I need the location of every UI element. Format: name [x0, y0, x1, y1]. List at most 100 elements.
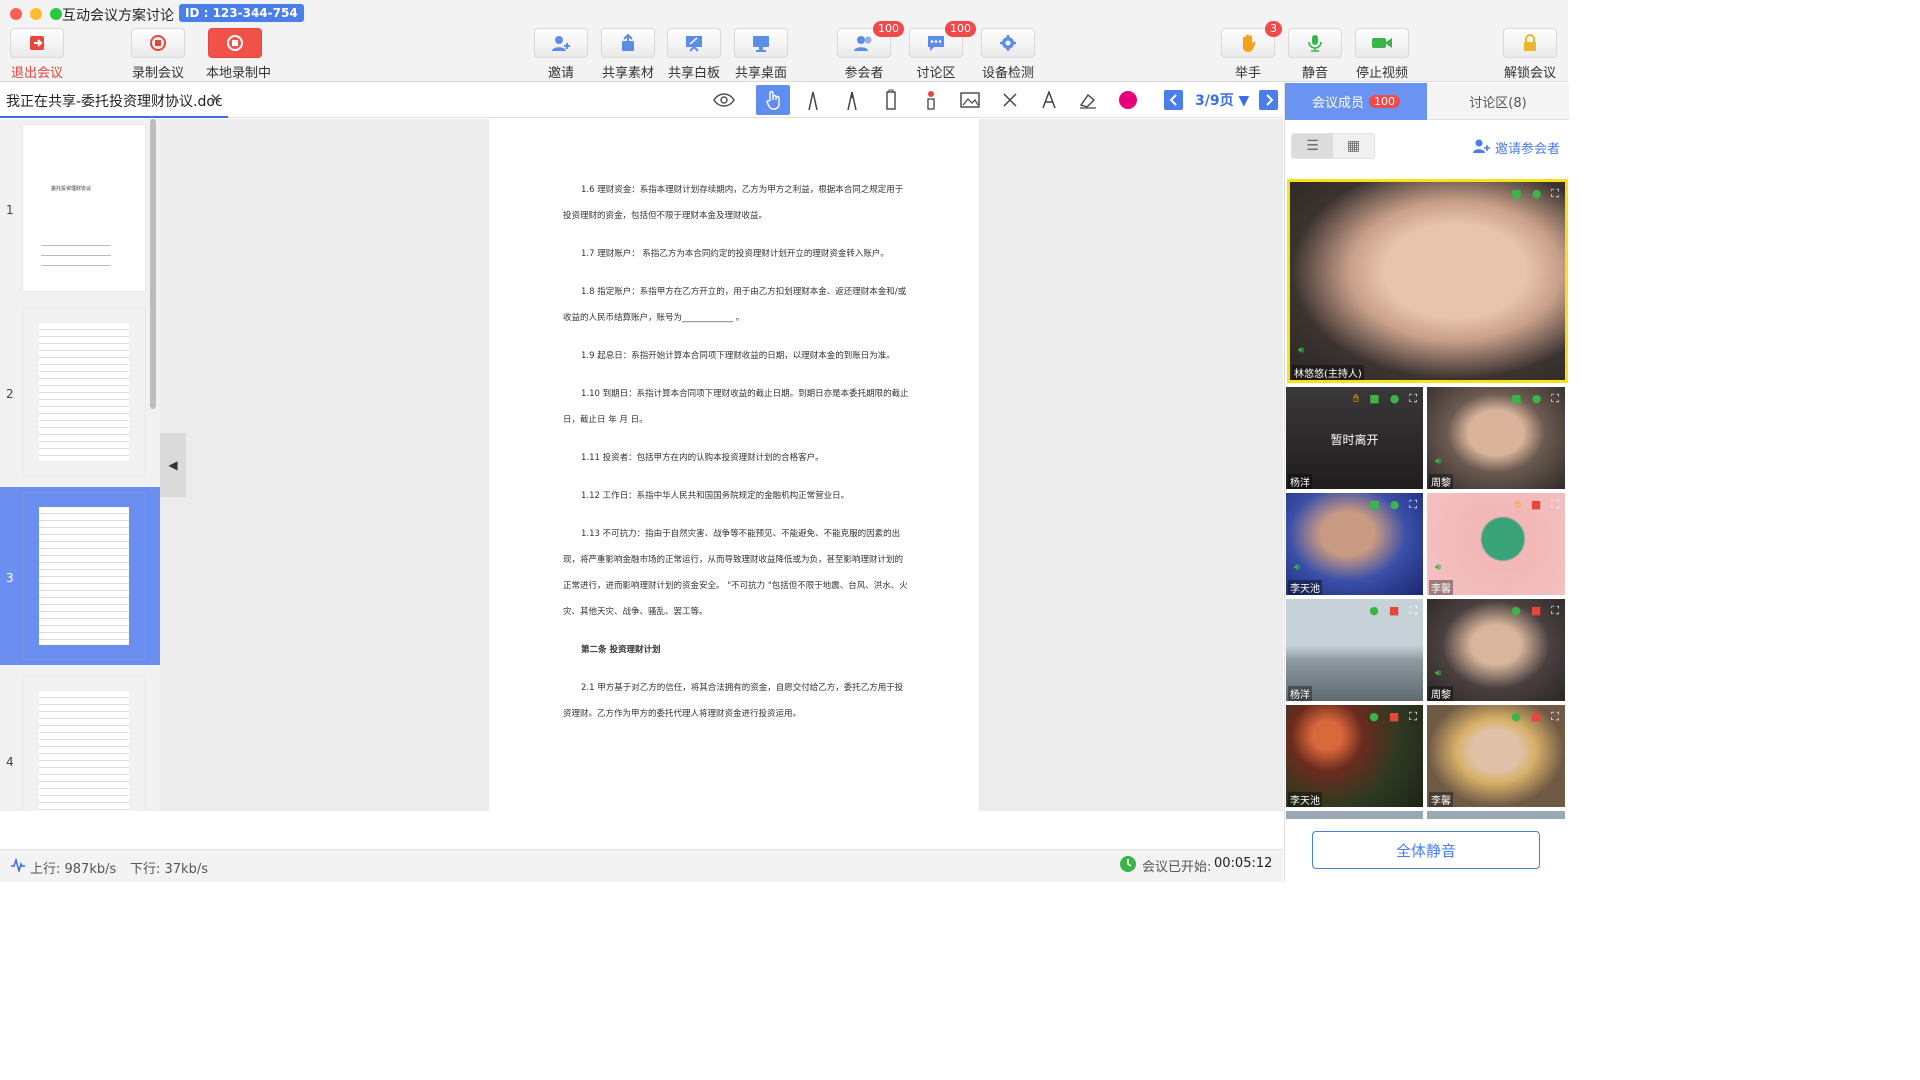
participant-video-tile[interactable]: ■ ● ⛶ 🔊︎ 周黎 [1427, 387, 1565, 489]
minimize-window-button[interactable] [30, 8, 42, 20]
microphone-icon [1288, 28, 1342, 58]
unlock-meeting-label: 解锁会议 [1503, 66, 1556, 81]
fullscreen-icon[interactable]: ⛶ [1409, 498, 1417, 512]
mute-button[interactable]: 静音 [1288, 28, 1342, 81]
color-picker-icon[interactable] [1111, 85, 1145, 115]
thumbnail-scrollbar[interactable] [150, 119, 156, 409]
doc-paragraph: 1.12 工作日：系指中华人民共和国国务院规定的金融机构正常营业日。 [581, 491, 850, 501]
close-icon[interactable]: ✕ [209, 90, 222, 108]
local-recording-button[interactable]: 本地录制中 [206, 28, 271, 81]
speaker-icon: 🔊︎ [1435, 456, 1442, 467]
window-title: 互动会议方案讨论 - [62, 8, 184, 24]
image-icon[interactable] [953, 85, 987, 115]
discussion-button[interactable]: 100 讨论区 [908, 21, 976, 81]
participant-video-tile[interactable]: ✋︎ ■ ⛶ 🔊︎ 李馨 [1427, 493, 1565, 595]
fullscreen-icon[interactable]: ⛶ [1409, 392, 1417, 406]
thumbnail-page [23, 309, 145, 475]
microphone-icon: ● [1389, 498, 1400, 511]
fullscreen-icon[interactable]: ⛶ [1551, 498, 1559, 512]
unlock-meeting-button[interactable]: 解锁会议 [1503, 28, 1557, 81]
fullscreen-icon[interactable]: ⛶ [1551, 187, 1559, 201]
upload-rate: 上行: 987kb/s [30, 862, 117, 877]
doc-paragraph: 1.10 到期日：系指计算本合同项下理财收益的截止日期。到期日亦是本委托期限的截… [563, 389, 909, 425]
raise-hand-button[interactable]: 3 举手 [1221, 21, 1282, 81]
laser-pointer-icon[interactable] [914, 85, 948, 115]
clear-brush-icon[interactable] [1071, 85, 1105, 115]
fullscreen-icon[interactable]: ⛶ [1409, 604, 1417, 618]
brush-icon[interactable] [835, 85, 869, 115]
download-rate: 下行: 37kb/s [130, 862, 208, 877]
mute-all-button[interactable]: 全体静音 [1312, 831, 1540, 869]
fullscreen-icon[interactable]: ⛶ [1409, 710, 1417, 724]
pen-icon[interactable] [796, 85, 830, 115]
pointer-hand-icon[interactable] [756, 85, 790, 115]
collapse-thumbnails-button[interactable]: ◀ [160, 433, 186, 497]
eraser-x-icon[interactable] [993, 85, 1027, 115]
participant-video-tile[interactable]: ● ■ ⛶ 李天池 [1286, 705, 1423, 807]
participants-icon: 100 [837, 21, 904, 58]
thumbnail-number: 1 [6, 203, 14, 217]
microphone-icon: ● [1369, 604, 1379, 617]
participant-video-tile[interactable]: ✋︎ ■ ● ⛶ 暂时离开 杨洋 [1286, 387, 1423, 489]
page-thumbnail[interactable]: 2 [0, 303, 160, 481]
discussion-badge: 100 [945, 21, 976, 37]
grid-view-icon[interactable]: ▦ [1333, 134, 1374, 158]
close-window-button[interactable] [10, 8, 22, 20]
participant-video-tile[interactable]: ● ■ ⛶ 李馨 [1427, 705, 1565, 807]
doc-paragraph: 1.11 投资者：包括甲方在内的认购本投资理财计划的合格客户。 [581, 453, 824, 463]
invite-participant-link[interactable]: 邀请参会者 [1472, 138, 1560, 157]
share-whiteboard-label: 共享白板 [667, 66, 720, 81]
upload-icon [601, 28, 655, 58]
next-page-button[interactable] [1259, 90, 1278, 110]
participant-video-tile-partial [1286, 811, 1423, 819]
fullscreen-icon[interactable]: ⛶ [1551, 710, 1559, 724]
eye-icon[interactable] [707, 85, 741, 115]
host-video-tile[interactable]: ■ ● ⛶ 🔊︎ 林悠悠(主持人) [1287, 179, 1568, 383]
tile-controls: ■ ● ⛶ [1511, 392, 1559, 406]
page-thumbnails: 委托投资理财协议 1 2 3 4 [0, 119, 160, 811]
fullscreen-icon[interactable]: ⛶ [1551, 604, 1559, 618]
document-page: 1.6 理财资金：系指本理财计划存续期内，乙方为甲方之利益，根据本合同之规定用于… [489, 119, 979, 811]
hand-icon: 3 [1221, 21, 1282, 58]
participant-video-tile[interactable]: ● ■ ⛶ 杨洋 [1286, 599, 1423, 701]
chevron-down-icon: ▼ [1238, 93, 1250, 109]
tab-discussion[interactable]: 讨论区(8) [1427, 83, 1569, 120]
participant-video-tile[interactable]: ● ■ ⛶ 🔊︎ 周黎 [1427, 599, 1565, 701]
device-check-label: 设备检测 [981, 66, 1034, 81]
doc-paragraph: 1.13 不可抗力：指由于自然灾害、战争等不能预见、不能避免、不能克服的因素的出… [563, 529, 908, 617]
document-toolbar: 我正在共享-委托投资理财协议.doc ✕ 3/9页 ▼ [0, 83, 1283, 118]
desktop-icon [734, 28, 788, 58]
view-toggle: ☰ ▦ [1291, 133, 1375, 159]
discussion-tab-label: 讨论区(8) [1469, 95, 1527, 111]
tab-members[interactable]: 会议成员 100 [1285, 83, 1427, 120]
participant-name: 李馨 [1429, 792, 1453, 807]
invite-button[interactable]: 邀请 [533, 28, 589, 81]
stop-video-button[interactable]: 停止视频 [1354, 28, 1410, 81]
tile-controls: ● ■ ⛶ [1511, 710, 1559, 724]
chevron-left-icon: ◀ [168, 458, 178, 472]
device-check-button[interactable]: 设备检测 [980, 28, 1036, 81]
participants-button[interactable]: 100 参会者 [836, 21, 904, 81]
page-thumbnail[interactable]: 4 [0, 671, 160, 811]
shared-document-tab[interactable]: 我正在共享-委托投资理财协议.doc ✕ [0, 83, 228, 118]
invite-user-icon [534, 28, 588, 58]
text-icon[interactable] [1032, 85, 1066, 115]
maximize-window-button[interactable] [50, 8, 62, 20]
record-meeting-button[interactable]: 录制会议 [130, 28, 186, 81]
share-desktop-button[interactable]: 共享桌面 [733, 28, 789, 81]
highlighter-icon[interactable] [874, 85, 908, 115]
exit-meeting-button[interactable]: 退出会议 [10, 28, 64, 81]
share-whiteboard-button[interactable]: 共享白板 [666, 28, 722, 81]
page-thumbnail-selected[interactable]: 3 [0, 487, 160, 665]
discussion-label: 讨论区 [916, 66, 956, 81]
status-bar: 上行: 987kb/s 下行: 37kb/s 会议已开始: 00:05:12 [0, 849, 1283, 882]
prev-page-button[interactable] [1164, 90, 1183, 110]
list-view-icon[interactable]: ☰ [1292, 134, 1333, 158]
page-selector[interactable]: 3/9页 ▼ [1195, 90, 1249, 110]
fullscreen-icon[interactable]: ⛶ [1551, 392, 1559, 406]
page-thumbnail[interactable]: 委托投资理财协议 1 [0, 119, 160, 297]
share-material-button[interactable]: 共享素材 [600, 28, 656, 81]
invite-participant-label: 邀请参会者 [1494, 142, 1560, 157]
participant-name: 李馨 [1429, 580, 1453, 595]
participant-video-tile[interactable]: ■ ● ⛶ 🔊︎ 李天池 [1286, 493, 1423, 595]
